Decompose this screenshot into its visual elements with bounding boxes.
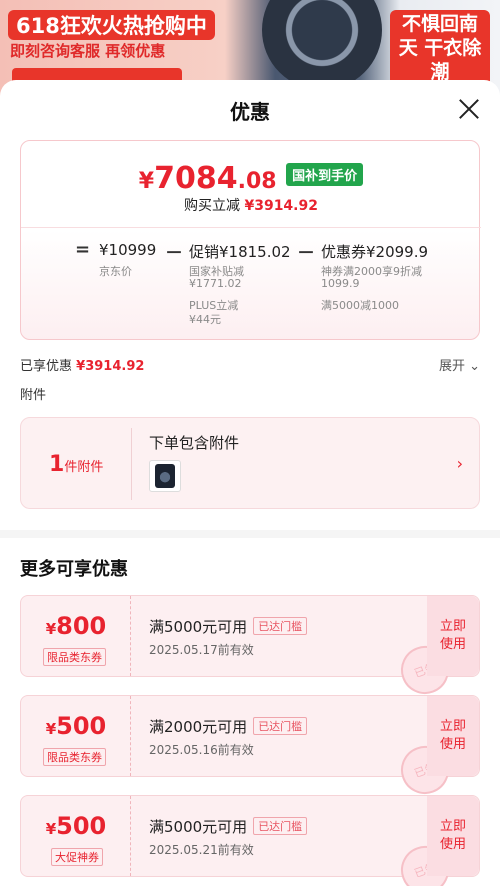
price-summary-card: ¥7084.08 国补到手价 购买立减 ¥3914.92 = ¥10999 京东… bbox=[20, 140, 481, 340]
promo-sub1-value: ¥1771.02 bbox=[189, 277, 242, 290]
promo-amount: 促销¥1815.02 bbox=[189, 243, 291, 261]
banner-subline: 即刻咨询客服 再领优惠 bbox=[10, 42, 166, 60]
coupon-amount: ¥500 bbox=[21, 812, 131, 840]
minus-sign-2: － bbox=[297, 243, 315, 264]
jd-price-label: 京东价 bbox=[99, 265, 132, 278]
accessory-count-value: 1 bbox=[49, 452, 65, 477]
washer-thumbnail-icon bbox=[155, 464, 175, 488]
final-price-int: 7084 bbox=[154, 161, 238, 196]
jd-price: ¥10999 bbox=[99, 241, 157, 259]
threshold-met-badge: 已达门槛 bbox=[253, 717, 308, 735]
divider bbox=[131, 428, 132, 500]
coupon-type-tag: 限品类东券 bbox=[43, 748, 106, 766]
discount-sheet: 优惠 ¥7084.08 国补到手价 购买立减 ¥3914.92 = ¥10999… bbox=[0, 80, 500, 886]
accessory-thumbnail bbox=[149, 460, 181, 492]
coupon-value-area: ¥500 大促神券 bbox=[21, 796, 131, 876]
minus-sign-1: － bbox=[165, 243, 183, 264]
coupon-condition: 满5000元可用 已达门槛 bbox=[149, 816, 308, 837]
expand-button[interactable]: 展开 ⌄ bbox=[439, 355, 480, 374]
washer-drum-image bbox=[262, 0, 382, 90]
threshold-met-badge: 已达门槛 bbox=[253, 817, 308, 835]
coupon-currency: ¥ bbox=[45, 820, 57, 838]
coupon-type-tag: 大促神券 bbox=[51, 848, 103, 866]
buy-reduce: 购买立减 ¥3914.92 bbox=[21, 195, 481, 215]
coupon-sub2-label: 满5000减1000 bbox=[321, 299, 399, 312]
chevron-down-icon: ⌄ bbox=[469, 359, 480, 374]
coupon-value: 500 bbox=[56, 812, 107, 840]
buy-reduce-label: 购买立减 bbox=[184, 198, 241, 214]
gov-subsidy-badge: 国补到手价 bbox=[286, 163, 364, 186]
divider bbox=[21, 227, 481, 228]
coupon-currency: ¥ bbox=[45, 620, 57, 638]
coupon-card: ¥500 大促神券 满5000元可用 已达门槛 2025.05.21前有效 已领 … bbox=[20, 795, 480, 886]
sheet-title: 优惠 bbox=[230, 100, 270, 124]
final-price: ¥7084.08 国补到手价 bbox=[21, 161, 481, 196]
section-gap bbox=[0, 530, 500, 538]
coupon-value-area: ¥500 限品类东券 bbox=[21, 696, 131, 776]
use-now-button[interactable]: 立即使用 bbox=[427, 696, 479, 776]
banner-right-text: 不惧回南天 干衣除潮 bbox=[390, 10, 490, 86]
coupon-value-area: ¥800 限品类东券 bbox=[21, 596, 131, 676]
coupon-expiry: 2025.05.21前有效 bbox=[149, 843, 254, 857]
coupon-type-tag: 限品类东券 bbox=[43, 648, 106, 666]
accessory-count-unit: 件附件 bbox=[64, 460, 104, 475]
accessory-section-label: 附件 bbox=[20, 388, 47, 403]
accessory-card[interactable]: 1件附件 下单包含附件 › bbox=[20, 417, 480, 509]
more-discounts-title: 更多可享优惠 bbox=[20, 559, 128, 580]
coupon-expiry: 2025.05.16前有效 bbox=[149, 743, 254, 757]
close-icon[interactable] bbox=[458, 98, 480, 120]
enjoyed-amount: ¥3914.92 bbox=[76, 359, 145, 374]
enjoyed-label: 已享优惠 bbox=[20, 359, 73, 374]
coupon-amount: ¥500 bbox=[21, 712, 131, 740]
coupon-value: 800 bbox=[56, 612, 107, 640]
coupon-condition-text: 满5000元可用 bbox=[149, 618, 248, 636]
accessory-text: 下单包含附件 bbox=[149, 434, 240, 452]
coupon-amount: 优惠券¥2099.9 bbox=[321, 243, 429, 261]
coupon-sub1-value: 1099.9 bbox=[321, 277, 360, 290]
buy-reduce-amount: ¥3914.92 bbox=[244, 198, 318, 214]
final-price-dec: .08 bbox=[237, 169, 277, 194]
coupon-expiry: 2025.05.17前有效 bbox=[149, 643, 254, 657]
chevron-right-icon: › bbox=[456, 454, 463, 473]
coupon-condition-text: 满2000元可用 bbox=[149, 718, 248, 736]
equals-sign: = bbox=[75, 239, 91, 260]
banner-headline: 618狂欢火热抢购中 bbox=[8, 10, 215, 40]
coupon-condition: 满2000元可用 已达门槛 bbox=[149, 716, 308, 737]
coupon-card: ¥800 限品类东券 满5000元可用 已达门槛 2025.05.17前有效 已领… bbox=[20, 595, 480, 701]
promo-sub2-value: ¥44元 bbox=[189, 313, 221, 326]
use-now-button[interactable]: 立即使用 bbox=[427, 596, 479, 676]
accessory-count: 1件附件 bbox=[49, 452, 103, 477]
use-now-button[interactable]: 立即使用 bbox=[427, 796, 479, 876]
coupon-currency: ¥ bbox=[45, 720, 57, 738]
coupon-condition-text: 满5000元可用 bbox=[149, 818, 248, 836]
coupon-condition: 满5000元可用 已达门槛 bbox=[149, 616, 308, 637]
coupon-value: 500 bbox=[56, 712, 107, 740]
expand-label: 展开 bbox=[438, 359, 465, 374]
currency-symbol: ¥ bbox=[138, 169, 155, 194]
coupon-amount: ¥800 bbox=[21, 612, 131, 640]
coupon-card: ¥500 限品类东券 满2000元可用 已达门槛 2025.05.16前有效 已领… bbox=[20, 695, 480, 801]
threshold-met-badge: 已达门槛 bbox=[253, 617, 308, 635]
enjoyed-discount: 已享优惠 ¥3914.92 bbox=[20, 355, 144, 374]
